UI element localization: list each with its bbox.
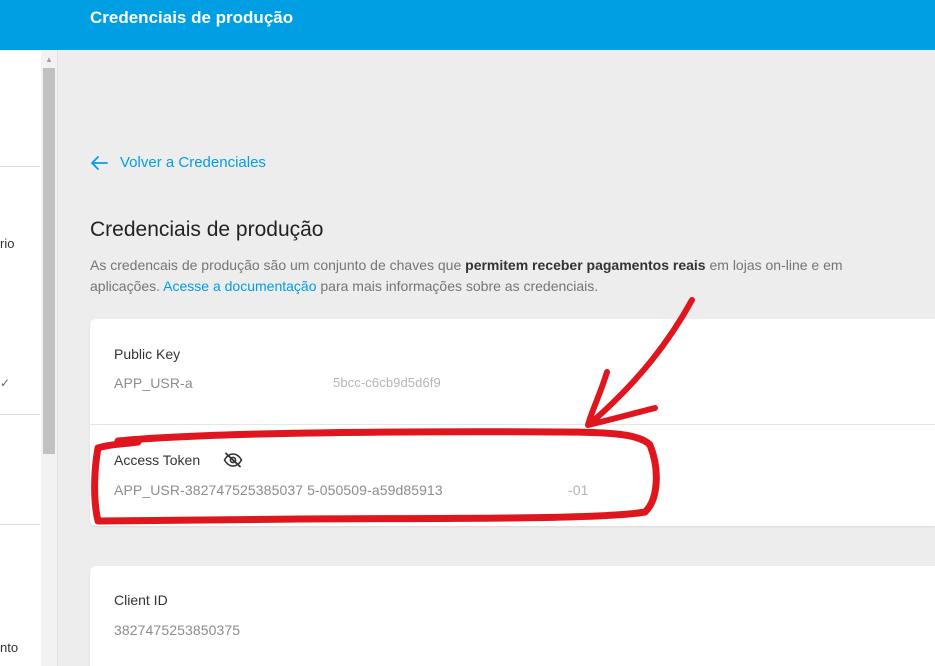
client-id-label: Client ID — [114, 592, 168, 608]
public-key-value-tail[interactable]: 5bcc-c6cb9d5d6f9 — [333, 375, 441, 390]
access-token-label: Access Token — [114, 452, 201, 468]
arrow-left-icon — [91, 155, 108, 170]
eye-slash-icon[interactable] — [223, 452, 243, 468]
check-icon: ✓ — [0, 376, 11, 390]
page-description: As credencais de produção são um conjunt… — [90, 255, 935, 297]
sidebar-item-fragment[interactable]: nto — [0, 640, 18, 655]
desc-text: As credencais de produção são um conjunt… — [90, 257, 466, 273]
documentation-link[interactable]: Acesse a documentação — [163, 278, 316, 294]
client-id-value[interactable]: 3827475253850375 — [114, 622, 240, 638]
card-divider — [90, 424, 935, 425]
scroll-up-icon[interactable]: ▲ — [45, 55, 53, 64]
access-token-value[interactable]: APP_USR-382747525385037 5-050509-a59d859… — [114, 482, 443, 498]
scrollbar-thumb[interactable] — [43, 68, 55, 454]
desc-bold-text: permitem receber pagamentos reais — [465, 257, 706, 273]
top-header: Credenciais de produção — [58, 0, 935, 50]
sidebar-item-fragment[interactable]: rio — [0, 236, 14, 251]
header-title: Credenciais de produção — [90, 8, 294, 27]
desc-text: em lojas on-line e em — [705, 257, 843, 273]
sidebar-divider — [0, 166, 40, 167]
header-left-block — [0, 0, 58, 50]
credentials-card: Public Key APP_USR-a 5bcc-c6cb9d5d6f9 Ac… — [90, 319, 935, 526]
public-key-value[interactable]: APP_USR-a — [114, 375, 193, 391]
public-key-label: Public Key — [114, 346, 181, 362]
desc-text: aplicações. — [90, 278, 164, 294]
page-title: Credenciais de produção — [90, 218, 324, 241]
back-to-credentials-link[interactable]: Volver a Credenciales — [90, 154, 266, 171]
client-credentials-card: Client ID 3827475253850375 — [90, 566, 935, 666]
sidebar-divider — [0, 414, 40, 415]
back-link-label: Volver a Credenciales — [120, 154, 266, 171]
sidebar-divider — [0, 524, 40, 525]
desc-text: para mais informações sobre as credencia… — [316, 278, 599, 294]
access-token-value-tail[interactable]: -01 — [568, 482, 589, 498]
